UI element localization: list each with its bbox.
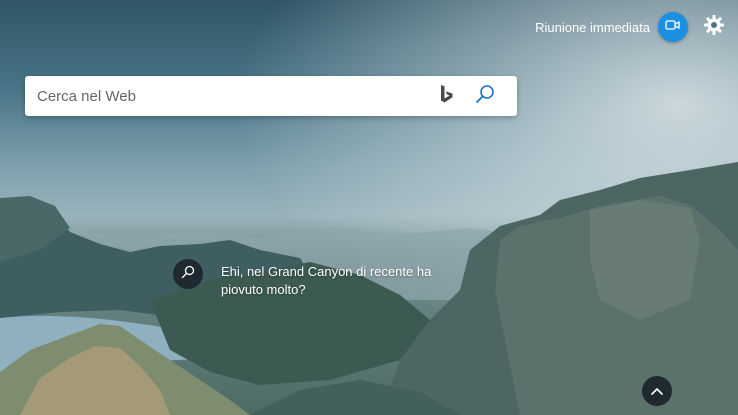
question-search-button[interactable] — [173, 259, 203, 289]
bing-logo-icon — [439, 84, 455, 109]
background-image — [0, 0, 738, 415]
search-input[interactable] — [25, 76, 435, 116]
video-camera-icon — [665, 18, 681, 37]
scroll-up-button[interactable] — [642, 376, 672, 406]
top-bar: Riunione immediata — [535, 12, 726, 42]
search-icon — [181, 265, 195, 284]
bing-logo-button[interactable] — [435, 84, 459, 108]
chevron-up-icon — [651, 382, 663, 400]
web-search-box — [25, 76, 517, 116]
background-question-link[interactable]: Ehi, nel Grand Canyon di recente ha piov… — [173, 259, 451, 299]
background-question-text[interactable]: Ehi, nel Grand Canyon di recente ha piov… — [221, 263, 451, 299]
gear-icon — [703, 14, 725, 41]
settings-button[interactable] — [702, 14, 726, 41]
search-icon — [475, 84, 495, 109]
meet-now-button[interactable] — [658, 12, 688, 42]
landscape-illustration — [0, 0, 738, 415]
search-submit-button[interactable] — [473, 84, 497, 108]
meet-now-label[interactable]: Riunione immediata — [535, 20, 650, 35]
